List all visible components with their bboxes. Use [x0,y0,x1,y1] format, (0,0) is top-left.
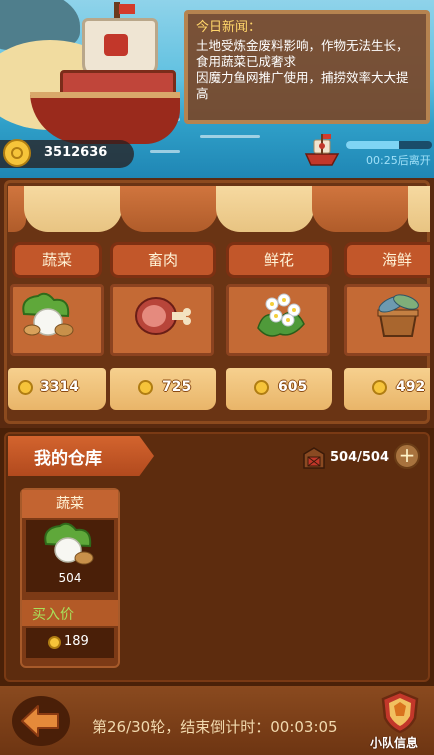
buy-price-label: 买入价 [32,607,74,623]
warehouse-capacity: 504/504 [330,450,390,465]
stall-price: 605 [278,379,308,395]
awning-stripe [408,186,430,232]
coin-icon [138,380,153,395]
meat-icon [135,297,191,335]
market-stall-seafood[interactable]: 海鲜 492 [342,240,430,412]
buy-price-value: 189 [64,634,89,649]
ship-icon [304,134,340,166]
awning-stripe [120,186,218,232]
market-stall-vegetable[interactable]: 蔬菜 3314 [8,240,116,412]
item-quantity: 504 [58,571,82,585]
stall-name: 海鲜 [344,242,430,278]
vegetable-icon [22,292,74,337]
coin-icon [372,380,387,395]
stall-price-tag: 3314 [8,368,106,410]
stall-name: 畜肉 [110,242,216,278]
round-countdown: 第26/30轮，结束倒计时：00:03:05 [92,718,338,736]
stall-name: 蔬菜 [12,242,102,278]
news-title: 今日新闻： [196,20,262,35]
back-arrow-icon [21,705,59,737]
seafood-icon [377,294,419,337]
market-stall-flower[interactable]: 鲜花 605 [224,240,332,412]
team-info-label[interactable]: 小队信息 [370,734,418,751]
stall-name: 鲜花 [226,242,332,278]
awning-stripe [312,186,410,232]
ship-flag [119,4,135,14]
stall-price-tag: 725 [110,368,216,410]
warehouse-title: 我的仓库 [34,449,102,469]
awning-stripe [216,186,314,232]
stall-price: 3314 [40,379,79,395]
daily-news-panel: 今日新闻： 土地受炼金废料影响，作物无法生长，食用蔬菜已成奢求 因魔力鱼网推广使… [184,10,430,124]
flower-icon [257,293,305,337]
departure-progress-fill [346,141,400,149]
stall-price-tag: 492 [344,368,430,410]
departure-countdown: 00:25后离开 [366,154,431,167]
gold-coin-icon [3,139,31,167]
news-body: 土地受炼金废料影响，作物无法生长，食用蔬菜已成奢求 因魔力鱼网推广使用，捕捞效率… [196,38,409,101]
departure-progress-bar [346,141,432,149]
coin-icon [48,636,61,649]
wave-decoration [150,150,180,153]
coin-icon [254,380,269,395]
market-stall-meat[interactable]: 畜肉 725 [108,240,216,412]
awning-stripe [24,186,122,232]
wave-decoration [200,135,260,138]
gold-value: 3512636 [44,145,108,160]
vegetable-icon [44,522,94,565]
coin-icon [18,380,33,395]
stall-price: 492 [396,379,426,395]
sail-emblem-icon [104,34,128,56]
item-name: 蔬菜 [22,490,118,518]
stall-price: 725 [162,379,192,395]
storage-box-icon [303,447,325,469]
expand-warehouse-button[interactable]: + [394,443,420,469]
stall-price-tag: 605 [226,368,332,410]
team-shield-icon[interactable] [380,690,420,734]
